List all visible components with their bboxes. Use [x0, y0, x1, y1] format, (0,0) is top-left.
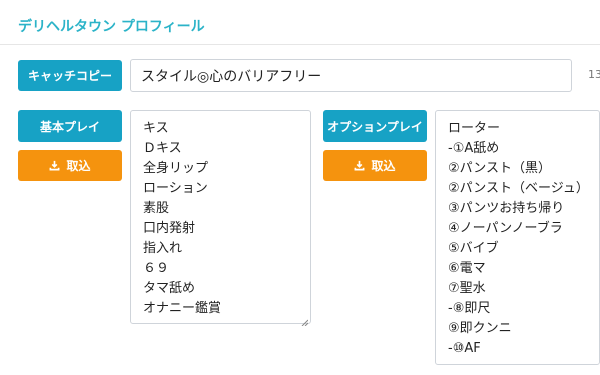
catch-copy-input[interactable]: スタイル◎心のバリアフリー — [130, 59, 572, 92]
option-import-label: 取込 — [371, 159, 396, 173]
page-title: デリヘルタウン プロフィール — [18, 19, 205, 35]
textarea-line: ⑨即クンニ — [448, 321, 512, 336]
textarea-line: 全身リップ — [143, 161, 209, 176]
textarea-line: ②パンスト（ベージュ） — [448, 181, 589, 196]
download-icon — [49, 160, 60, 171]
option-import-button[interactable]: 取込 — [323, 150, 427, 181]
option-play-button[interactable]: オプションプレイ — [323, 110, 427, 142]
textarea-line: Ｄキス — [143, 141, 182, 156]
basic-play-button[interactable]: 基本プレイ — [18, 110, 122, 142]
textarea-line: ⑦聖水 — [448, 281, 486, 296]
textarea-line: キス — [143, 121, 169, 136]
textarea-line: ②パンスト（黒） — [448, 161, 552, 176]
option-play-label: オプションプレイ — [327, 119, 423, 134]
textarea-line: オナニー鑑賞 — [143, 301, 222, 316]
textarea-line: ローター — [448, 121, 501, 136]
textarea-line: 素股 — [143, 201, 170, 216]
textarea-line: -⑧即尺 — [448, 301, 491, 316]
catch-copy-button[interactable]: キャッチコピー — [18, 60, 122, 91]
option-play-textarea[interactable]: ローター -①A舐め ②パンスト（黒） ②パンスト（ベージュ） ③パンツお持ち帰り ④ノー… — [435, 110, 600, 365]
textarea-line: ⑤バイブ — [448, 241, 499, 256]
textarea-line: ③パンツお持ち帰り — [448, 201, 565, 216]
textarea-line: タマ舐め — [143, 281, 196, 296]
basic-play-label: 基本プレイ — [39, 119, 100, 134]
basic-play-textarea[interactable]: キス Ｄキス全身リップローション素股口内発射指入れ ６９ タマ舐めオナニー鑑賞 — [130, 110, 311, 327]
catch-copy-value: スタイル◎心のバリアフリー — [141, 68, 322, 85]
download-icon — [354, 160, 365, 171]
char-counter: 13 — [588, 68, 600, 81]
textarea-line: ６９ — [143, 261, 170, 276]
divider — [0, 44, 600, 45]
textarea-line: -⑩AF — [448, 341, 481, 356]
textarea-line: ④ノーパンノーブラ — [448, 221, 563, 236]
textarea-line: ローション — [143, 181, 208, 196]
textarea-line: ⑥電マ — [448, 261, 486, 276]
catch-copy-label: キャッチコピー — [27, 69, 112, 83]
textarea-line: -①A舐め — [448, 141, 500, 156]
textarea-line: 指入れ — [143, 241, 183, 256]
basic-import-label: 取込 — [66, 159, 91, 173]
textarea-line: 口内発射 — [143, 221, 196, 236]
basic-import-button[interactable]: 取込 — [18, 150, 122, 181]
resize-handle-icon[interactable] — [300, 313, 309, 327]
